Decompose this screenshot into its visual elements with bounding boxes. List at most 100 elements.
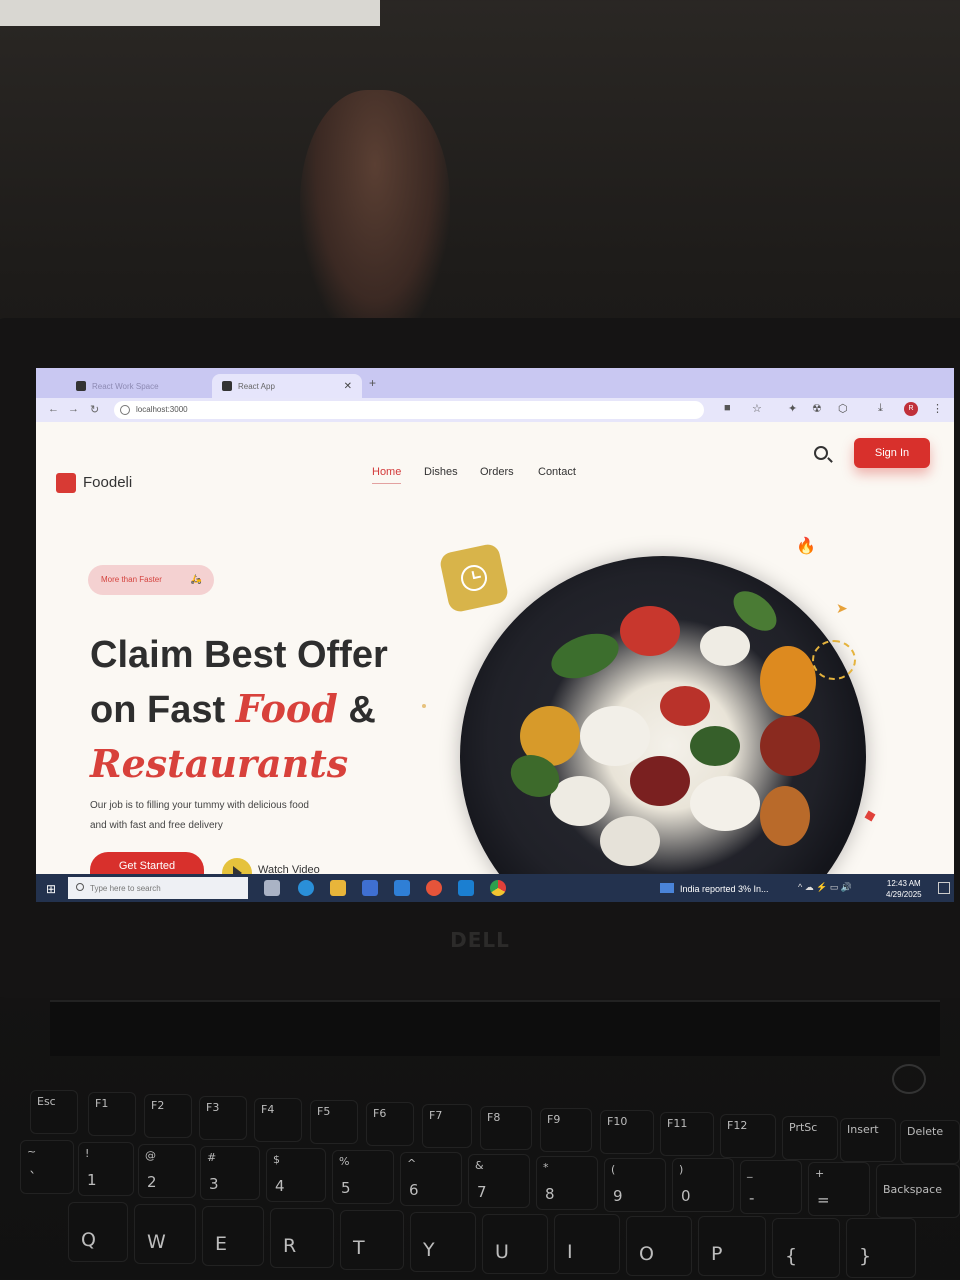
taskbar-search[interactable]: Type here to search <box>68 877 248 899</box>
key-equals[interactable]: + = <box>808 1162 870 1216</box>
extensions-puzzle-icon[interactable]: ⬡ <box>838 402 848 415</box>
nav-dishes[interactable]: Dishes <box>424 466 458 478</box>
news-headline: India reported 3% In... <box>680 884 769 894</box>
key-label: _ <box>747 1165 753 1178</box>
key-f10[interactable]: F10 <box>600 1110 654 1154</box>
key-t[interactable]: T <box>340 1210 404 1270</box>
task-view-icon[interactable] <box>264 880 280 896</box>
key-i[interactable]: I <box>554 1214 620 1274</box>
key-backtick[interactable]: ~ ` <box>20 1140 74 1194</box>
nav-orders[interactable]: Orders <box>480 466 514 478</box>
tab-favicon-icon <box>76 381 86 391</box>
key-left-brace[interactable]: { <box>772 1218 840 1278</box>
new-tab-icon[interactable]: + <box>369 376 376 390</box>
store-icon[interactable] <box>362 880 378 896</box>
key-esc[interactable]: Esc <box>30 1090 78 1134</box>
address-bar[interactable]: localhost:3000 <box>114 401 704 419</box>
system-tray-icons[interactable]: ^ ☁ ⚡ ▭ 🔊 <box>798 882 852 893</box>
key-e[interactable]: E <box>202 1206 264 1266</box>
nav-home[interactable]: Home <box>372 466 402 484</box>
taskbar-clock[interactable]: 12:43 AM 4/29/2025 <box>886 878 922 900</box>
key-f7[interactable]: F7 <box>422 1104 472 1148</box>
key-0[interactable]: ) 0 <box>672 1158 734 1212</box>
tab-close-icon[interactable]: ✕ <box>344 381 352 392</box>
sign-in-button[interactable]: Sign In <box>854 438 930 468</box>
key-f5[interactable]: F5 <box>310 1100 358 1144</box>
key-o[interactable]: O <box>626 1216 692 1276</box>
nav-contact[interactable]: Contact <box>538 466 576 478</box>
key-label: F7 <box>429 1109 443 1122</box>
windows-start-icon[interactable]: ⊞ <box>46 882 56 896</box>
key-2[interactable]: @2 <box>138 1144 196 1198</box>
key-f12[interactable]: F12 <box>720 1114 776 1158</box>
download-icon[interactable]: ⤓ <box>878 402 883 415</box>
key-insert[interactable]: Insert <box>840 1118 896 1162</box>
key-label: F6 <box>373 1107 387 1120</box>
key-1[interactable]: ! 1 <box>78 1142 134 1196</box>
back-icon[interactable]: ← <box>48 403 59 415</box>
forward-icon[interactable]: → <box>68 403 79 415</box>
key-label: O <box>639 1243 654 1265</box>
key-backspace[interactable]: Backspace <box>876 1164 960 1218</box>
key-right-brace[interactable]: } <box>846 1218 916 1278</box>
menu-kebab-icon[interactable]: ⋮ <box>932 402 943 415</box>
extension-icon[interactable]: ☢ <box>812 402 822 415</box>
edge-browser-icon[interactable] <box>298 880 314 896</box>
windows-taskbar: ⊞ Type here to search India reported 3% … <box>36 874 954 902</box>
site-info-icon[interactable] <box>120 405 130 415</box>
key-y[interactable]: Y <box>410 1212 476 1272</box>
key-w[interactable]: W <box>134 1204 196 1264</box>
browser-tab-inactive[interactable]: React Work Space <box>66 374 206 398</box>
key-3[interactable]: #3 <box>200 1146 260 1200</box>
news-widget[interactable]: India reported 3% In... <box>660 883 769 894</box>
key-u[interactable]: U <box>482 1214 548 1274</box>
key-q[interactable]: Q <box>68 1202 128 1262</box>
profile-avatar[interactable]: R <box>904 402 918 416</box>
key-f3[interactable]: F3 <box>199 1096 247 1140</box>
clock-badge <box>438 542 510 614</box>
key-label: PrtSc <box>789 1121 818 1134</box>
mail-icon[interactable] <box>394 880 410 896</box>
site-logo[interactable]: Foodeli <box>83 474 132 491</box>
key-8[interactable]: * 8 <box>536 1156 598 1210</box>
key-f4[interactable]: F4 <box>254 1098 302 1142</box>
key-f1[interactable]: F1 <box>88 1092 136 1136</box>
key-label: F5 <box>317 1105 331 1118</box>
key-delete[interactable]: Delete <box>900 1120 960 1164</box>
app-icon[interactable]: ■ <box>724 402 731 414</box>
search-icon[interactable] <box>814 446 828 460</box>
bookmark-star-icon[interactable]: ☆ <box>752 402 762 415</box>
extension-icon[interactable]: ✦ <box>788 402 797 415</box>
key-label: T <box>353 1237 365 1259</box>
reload-icon[interactable]: ↻ <box>90 403 99 416</box>
notification-icon[interactable] <box>938 882 950 894</box>
key-minus[interactable]: _ - <box>740 1160 802 1214</box>
description-line: and with fast and free delivery <box>90 820 223 831</box>
key-9[interactable]: (9 <box>604 1158 666 1212</box>
browser-tab-active[interactable]: React App ✕ <box>212 374 362 398</box>
key-4[interactable]: $4 <box>266 1148 326 1202</box>
dashed-ring-decor <box>812 640 856 680</box>
key-label: 7 <box>477 1183 487 1201</box>
vscode-icon[interactable] <box>458 880 474 896</box>
key-r[interactable]: R <box>270 1208 334 1268</box>
key-prtsc[interactable]: PrtSc <box>782 1116 838 1160</box>
app-icon[interactable] <box>426 880 442 896</box>
key-7[interactable]: & 7 <box>468 1154 530 1208</box>
key-f11[interactable]: F11 <box>660 1112 714 1156</box>
key-6[interactable]: ^ 6 <box>400 1152 462 1206</box>
key-f6[interactable]: F6 <box>366 1102 414 1146</box>
key-f8[interactable]: F8 <box>480 1106 532 1150</box>
key-p[interactable]: P <box>698 1216 766 1276</box>
key-label: ^ <box>407 1157 417 1170</box>
decor-square <box>864 810 876 822</box>
chrome-icon[interactable] <box>490 880 506 896</box>
headline-line-3: Restaurants <box>90 741 349 786</box>
salad-plate-image <box>460 556 866 902</box>
key-f9[interactable]: F9 <box>540 1108 592 1152</box>
key-label: F8 <box>487 1111 501 1124</box>
file-explorer-icon[interactable] <box>330 880 346 896</box>
headline-line-1: Claim Best Offer <box>90 634 388 676</box>
key-5[interactable]: % 5 <box>332 1150 394 1204</box>
key-f2[interactable]: F2 <box>144 1094 192 1138</box>
